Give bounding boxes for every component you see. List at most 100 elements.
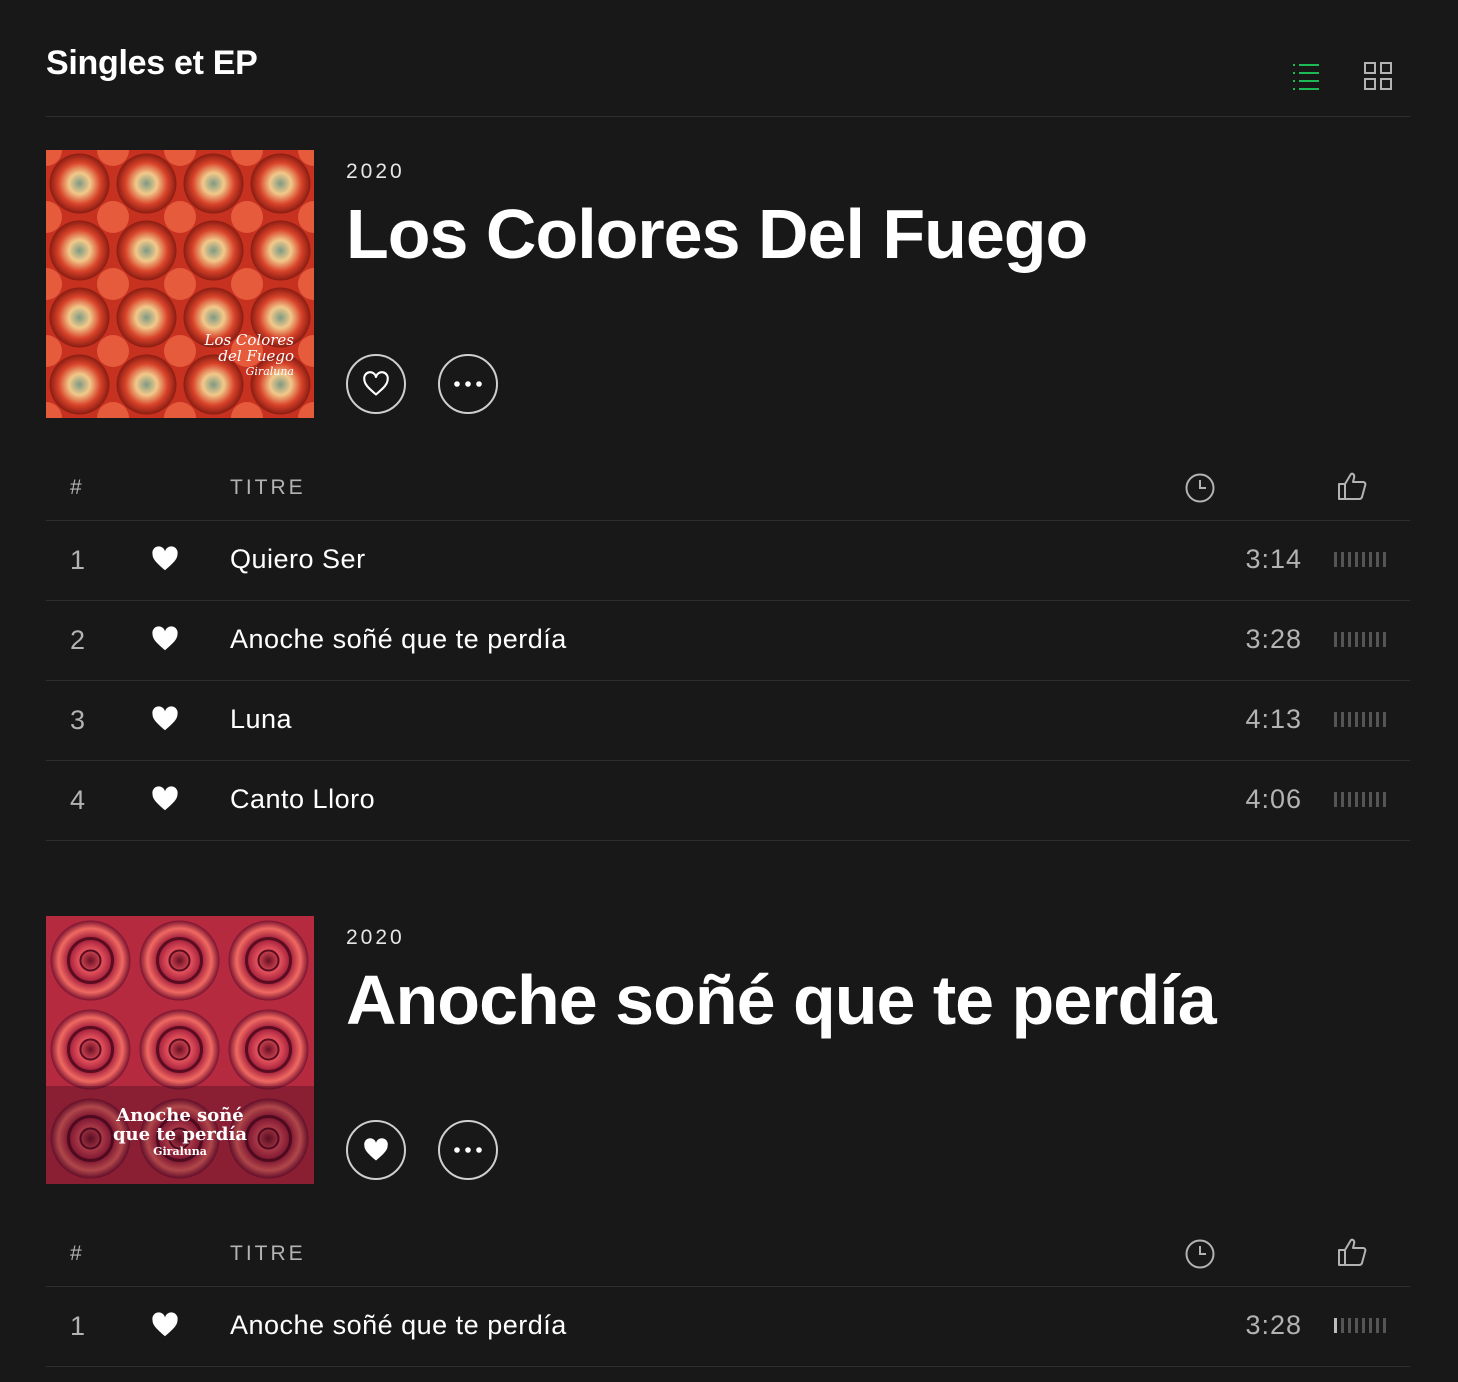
- list-view-button[interactable]: [1290, 60, 1322, 92]
- like-track-button[interactable]: [150, 705, 180, 738]
- album-cover[interactable]: Los Colores del Fuego Giraluna: [46, 150, 314, 418]
- cover-artist: Giraluna: [153, 1145, 207, 1159]
- popularity-bar: [1348, 552, 1351, 567]
- popularity-bar: [1341, 1318, 1344, 1333]
- grid-view-button[interactable]: [1362, 60, 1394, 92]
- track-number: 3: [70, 705, 86, 735]
- album-section: Los Colores del Fuego Giraluna 2020 Los …: [46, 150, 1410, 841]
- popularity-bar: [1334, 1318, 1337, 1333]
- header-number: #: [70, 476, 82, 499]
- thumbs-up-icon: [1338, 1238, 1367, 1266]
- track-list-header: # TITRE: [46, 1218, 1410, 1287]
- clock-icon: [1185, 1239, 1215, 1269]
- heart-filled-icon: [152, 546, 178, 571]
- popularity-bar: [1369, 552, 1372, 567]
- popularity-bar: [1383, 1318, 1386, 1333]
- more-options-button[interactable]: [438, 354, 498, 414]
- track-number: 2: [70, 625, 86, 655]
- more-dots-icon: [454, 1147, 482, 1153]
- like-track-button[interactable]: [150, 1311, 180, 1344]
- popularity-bar: [1376, 712, 1379, 727]
- track-list: # TITRE 1 Quiero Ser 3:14 2 Anoche soñé que …: [46, 452, 1410, 841]
- heart-filled-icon: [152, 786, 178, 811]
- album-year: 2020: [346, 160, 405, 183]
- track-row[interactable]: 2 Anoche soñé que te perdía 3:28: [46, 601, 1410, 681]
- popularity-bar: [1341, 792, 1344, 807]
- popularity-meter: [1334, 712, 1386, 727]
- track-list-header: # TITRE: [46, 452, 1410, 521]
- popularity-bar: [1355, 632, 1358, 647]
- popularity-bar: [1369, 792, 1372, 807]
- like-album-button[interactable]: [346, 354, 406, 414]
- track-duration: 4:13: [1245, 704, 1302, 734]
- heart-filled-icon: [364, 1138, 388, 1161]
- clock-icon: [1185, 473, 1215, 503]
- track-title[interactable]: Canto Lloro: [230, 784, 375, 815]
- track-row[interactable]: 4 Canto Lloro 4:06: [46, 761, 1410, 841]
- cover-line: del Fuego: [218, 346, 294, 365]
- popularity-bar: [1348, 632, 1351, 647]
- like-album-button[interactable]: [346, 1120, 406, 1180]
- track-number: 1: [70, 1311, 86, 1341]
- header-title: TITRE: [230, 1242, 306, 1265]
- header-number: #: [70, 1242, 82, 1265]
- thumbs-up-icon: [1338, 472, 1367, 500]
- popularity-meter: [1334, 632, 1386, 647]
- list-icon: [1293, 64, 1319, 90]
- cover-line: que te perdía: [112, 1123, 248, 1145]
- popularity-bar: [1355, 792, 1358, 807]
- track-row[interactable]: 1 Quiero Ser 3:14: [46, 521, 1410, 601]
- popularity-bar: [1355, 552, 1358, 567]
- album-section: Anoche soñé que te perdía Giraluna 2020 …: [46, 916, 1410, 1367]
- popularity-bar: [1383, 792, 1386, 807]
- grid-icon: [1364, 62, 1392, 90]
- view-toggle: [1290, 60, 1394, 92]
- section-title: Singles et EP: [46, 44, 258, 82]
- album-actions: [346, 354, 498, 414]
- album-cover[interactable]: Anoche soñé que te perdía Giraluna: [46, 916, 314, 1184]
- like-track-button[interactable]: [150, 625, 180, 658]
- track-title[interactable]: Anoche soñé que te perdía: [230, 624, 567, 655]
- popularity-bar: [1355, 1318, 1358, 1333]
- track-title[interactable]: Quiero Ser: [230, 544, 366, 575]
- cover-caption: Anoche soñé que te perdía Giraluna: [46, 1104, 314, 1159]
- popularity-bar: [1341, 552, 1344, 567]
- popularity-bar: [1348, 792, 1351, 807]
- popularity-bar: [1376, 632, 1379, 647]
- album-year: 2020: [346, 926, 405, 949]
- album-actions: [346, 1120, 498, 1180]
- like-track-button[interactable]: [150, 785, 180, 818]
- track-duration: 3:28: [1245, 1310, 1302, 1340]
- popularity-bar: [1383, 632, 1386, 647]
- heart-filled-icon: [152, 1312, 178, 1337]
- cover-caption: Los Colores del Fuego Giraluna: [204, 332, 294, 379]
- popularity-bar: [1334, 552, 1337, 567]
- popularity-bar: [1376, 1318, 1379, 1333]
- track-rows: 1 Quiero Ser 3:14 2 Anoche soñé que te perdí…: [46, 521, 1410, 841]
- header-title: TITRE: [230, 476, 306, 499]
- popularity-bar: [1334, 632, 1337, 647]
- track-duration: 3:14: [1245, 544, 1302, 574]
- cover-line: Anoche soñé: [116, 1104, 244, 1126]
- like-track-button[interactable]: [150, 545, 180, 578]
- track-title[interactable]: Anoche soñé que te perdía: [230, 1310, 567, 1341]
- popularity-bar: [1376, 552, 1379, 567]
- popularity-bar: [1362, 792, 1365, 807]
- section-header: Singles et EP: [46, 44, 1410, 117]
- more-options-button[interactable]: [438, 1120, 498, 1180]
- cover-artist: Giraluna: [245, 365, 294, 379]
- popularity-bar: [1348, 1318, 1351, 1333]
- heart-filled-icon: [152, 706, 178, 731]
- popularity-bar: [1362, 1318, 1365, 1333]
- track-list: # TITRE 1 Anoche soñé que te perdía 3:28: [46, 1218, 1410, 1367]
- track-row[interactable]: 3 Luna 4:13: [46, 681, 1410, 761]
- album-title[interactable]: Anoche soñé que te perdía: [346, 960, 1217, 1040]
- popularity-bar: [1341, 632, 1344, 647]
- track-title[interactable]: Luna: [230, 704, 292, 735]
- track-row[interactable]: 1 Anoche soñé que te perdía 3:28: [46, 1287, 1410, 1367]
- album-title[interactable]: Los Colores Del Fuego: [346, 194, 1088, 274]
- heart-filled-icon: [152, 626, 178, 651]
- track-number: 1: [70, 545, 86, 575]
- popularity-bar: [1369, 1318, 1372, 1333]
- popularity-bar: [1383, 712, 1386, 727]
